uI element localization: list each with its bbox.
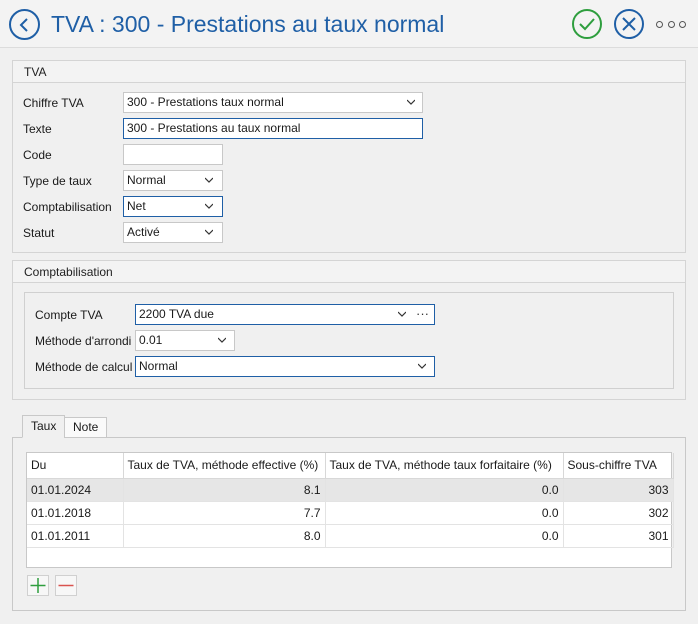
table-cell: 8.1: [123, 478, 326, 502]
tva-section: TVA: [12, 60, 686, 253]
calcul-label: Méthode de calcul: [35, 360, 133, 374]
table-cell: 0.0: [325, 501, 564, 525]
plus-icon: [30, 578, 46, 593]
type-taux-value: Normal: [127, 173, 166, 187]
more-icon: [656, 20, 663, 28]
chiffre-tva-label: Chiffre TVA: [23, 96, 84, 110]
rates-table: Du Taux de TVA, méthode effective (%) Ta…: [26, 452, 674, 568]
more-icon: [679, 20, 686, 28]
cancel-button[interactable]: [614, 9, 644, 39]
type-taux-select[interactable]: Normal: [123, 170, 223, 191]
ok-button[interactable]: [572, 9, 602, 39]
close-icon: [622, 17, 636, 31]
code-input[interactable]: [123, 144, 223, 165]
table-cell: 301: [563, 524, 674, 548]
arrondi-select[interactable]: 0.01: [135, 330, 235, 351]
texte-input[interactable]: 300 - Prestations au taux normal: [123, 118, 423, 139]
table-cell: 302: [563, 501, 674, 525]
arrondi-label: Méthode d'arrondi: [35, 334, 132, 348]
column-header-taux-effective[interactable]: Taux de TVA, méthode effective (%): [123, 453, 326, 479]
comptabilisation-value: Net: [127, 199, 146, 213]
table-cell: 01.01.2011: [27, 524, 124, 548]
calcul-select[interactable]: Normal: [135, 356, 435, 377]
title-bar: TVA : 300 - Prestations au taux normal: [0, 0, 698, 48]
page-title: TVA : 300 - Prestations au taux normal: [51, 11, 445, 37]
code-label: Code: [23, 148, 52, 162]
comptabilisation-section-title: Comptabilisation: [13, 261, 685, 283]
minus-icon: [58, 584, 74, 587]
column-header-du[interactable]: Du: [27, 453, 124, 479]
column-header-sous-chiffre[interactable]: Sous-chiffre TVA: [563, 453, 674, 479]
table-cell: 0.0: [325, 478, 564, 502]
chevron-down-icon: [398, 311, 406, 317]
table-row[interactable]: 01.01.2011 8.0 0.0 301: [27, 524, 674, 548]
chiffre-tva-value: 300 - Prestations taux normal: [127, 95, 284, 109]
chevron-down-icon: [418, 363, 426, 369]
compte-tva-label: Compte TVA: [35, 308, 103, 322]
comptabilisation-label: Comptabilisation: [23, 200, 112, 214]
check-icon: [579, 18, 595, 31]
table-cell: 01.01.2024: [27, 478, 124, 502]
calcul-value: Normal: [139, 359, 178, 373]
back-button[interactable]: [9, 9, 40, 40]
remove-row-button[interactable]: [55, 575, 77, 596]
chevron-down-icon: [407, 99, 415, 105]
tab-note[interactable]: Note: [64, 417, 108, 438]
table-cell: 8.0: [123, 524, 326, 548]
table-cell: 7.7: [123, 501, 326, 525]
more-button[interactable]: [656, 18, 686, 30]
more-icon: [667, 20, 675, 28]
chevron-down-icon: [218, 337, 226, 343]
tva-section-title: TVA: [13, 61, 685, 83]
column-header-taux-forfaitaire[interactable]: Taux de TVA, méthode taux forfaitaire (%…: [325, 453, 564, 479]
statut-select[interactable]: Activé: [123, 222, 223, 243]
chiffre-tva-select[interactable]: 300 - Prestations taux normal: [123, 92, 423, 113]
tab-taux[interactable]: Taux: [22, 415, 66, 438]
texte-value: 300 - Prestations au taux normal: [127, 121, 301, 135]
comptabilisation-select[interactable]: Net: [123, 196, 223, 217]
compte-tva-value: 2200 TVA due: [139, 307, 214, 321]
chevron-down-icon: [205, 229, 213, 235]
type-taux-label: Type de taux: [23, 174, 92, 188]
table-cell: 0.0: [325, 524, 564, 548]
chevron-down-icon: [205, 177, 213, 183]
table-cell: 01.01.2018: [27, 501, 124, 525]
arrondi-value: 0.01: [139, 333, 163, 347]
compte-tva-select[interactable]: 2200 TVA due ···: [135, 304, 435, 325]
compte-tva-more-button[interactable]: ···: [416, 305, 429, 323]
chevron-down-icon: [205, 203, 213, 209]
table-cell: 303: [563, 478, 674, 502]
table-row[interactable]: 01.01.2024 8.1 0.0 303: [27, 478, 674, 502]
add-row-button[interactable]: [27, 575, 49, 596]
texte-label: Texte: [23, 122, 52, 136]
statut-value: Activé: [127, 225, 160, 239]
back-arrow-icon: [19, 17, 28, 32]
table-header-row: Du Taux de TVA, méthode effective (%) Ta…: [27, 453, 674, 479]
table-row[interactable]: 01.01.2018 7.7 0.0 302: [27, 501, 674, 525]
statut-label: Statut: [23, 226, 55, 240]
